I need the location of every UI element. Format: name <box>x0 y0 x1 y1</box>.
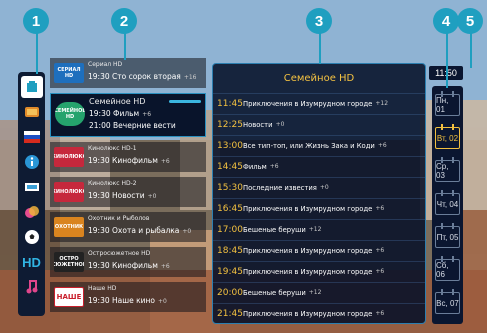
program-row[interactable]: 12:25 Новости +0 <box>213 114 425 134</box>
day-item-selected[interactable]: Вт, 02 <box>435 124 460 149</box>
program-row[interactable]: 13:00 Все тип-топ, или Жизнь Зака и Коди +… <box>213 135 425 155</box>
channel-now: 19:30 Наше кино +0 <box>88 296 167 305</box>
day-item[interactable]: Пн, 01 <box>435 91 460 116</box>
channel-now: 19:30 Новости +0 <box>88 191 157 200</box>
football-icon[interactable] <box>21 226 43 248</box>
day-item[interactable]: Вс, 07 <box>435 289 460 314</box>
marker-line <box>124 32 126 60</box>
hd-label: HD <box>22 254 41 270</box>
hd-category[interactable]: HD <box>21 251 43 273</box>
program-row[interactable]: 15:30 Последние известия +0 <box>213 177 425 197</box>
category-sidebar: HD <box>18 72 45 316</box>
program-row[interactable]: 16:45 Приключения в Изумрудном городе +6 <box>213 198 425 218</box>
channel-logo: СЕМЕЙНОЕ HD <box>55 102 85 126</box>
info-icon[interactable] <box>21 151 43 173</box>
program-row[interactable]: 14:45 Фильм +6 <box>213 156 425 176</box>
channel-now: 19:30 Кинофильм +6 <box>88 261 170 270</box>
channel-logo: НАШЕ <box>54 287 84 307</box>
channel-name: Кинолюкс HD-1 <box>88 145 137 152</box>
day-selector: Пн, 01 Вт, 02 Ср, 03 Чт, 04 Пт, 05 Сб, 0… <box>432 86 463 324</box>
marker-1: 1 <box>23 8 49 34</box>
channel-now: 19:30 Охота и рыбалка +0 <box>88 226 192 235</box>
channel-row[interactable]: НАШЕ Наше HD 19:30 Наше кино +0 <box>50 282 206 312</box>
channel-now: 19:30 Кинофильм +6 <box>88 156 170 165</box>
channel-row[interactable]: КИНОЛЮКС Кинолюкс HD-2 19:30 Новости+0 <box>50 177 206 207</box>
program-row[interactable]: 21:45 Приключения в Изумрудном городе +6 <box>213 303 425 323</box>
channel-row[interactable]: ОХОТНИК Охотник и Рыболов 19:30 Охота и … <box>50 212 206 242</box>
channel-now: 19:30 Фильм +6 <box>89 109 152 118</box>
channel-name: Сериал HD <box>88 61 123 68</box>
program-row[interactable]: 18:45 Приключения в Изумрудном городе +6 <box>213 240 425 260</box>
channel-name: Остросюжетное HD <box>88 250 151 257</box>
program-row[interactable]: 20:00 Бешеные беруши +12 <box>213 282 425 302</box>
russia-flag-icon[interactable] <box>21 126 43 148</box>
schedule-title: Семейное HD <box>283 73 355 84</box>
marker-line <box>36 32 38 74</box>
channel-name: Наше HD <box>88 285 117 292</box>
channel-list: СЕРИАЛ HD Сериал HD 19:30 Сто сорок втор… <box>50 58 206 322</box>
channel-row[interactable]: СЕРИАЛ HD Сериал HD 19:30 Сто сорок втор… <box>50 58 206 88</box>
channel-logo: ОХОТНИК <box>54 217 84 237</box>
channel-row[interactable]: ОСТРО СЮЖЕТНОЕ Остросюжетное HD 19:30 Ки… <box>50 247 206 277</box>
program-row[interactable]: 19:45 Приключения в Изумрудном городе +6 <box>213 261 425 281</box>
channel-next: 21:00 Вечерние вести <box>89 121 176 130</box>
channel-logo: СЕРИАЛ HD <box>54 63 84 83</box>
channel-name: Охотник и Рыболов <box>88 215 150 222</box>
channel-logo: КИНОЛЮКС <box>54 182 84 202</box>
channel-name: Семейное HD <box>89 97 146 106</box>
channel-name: Кинолюкс HD-2 <box>88 180 137 187</box>
marker-line <box>470 32 472 68</box>
channel-now: 19:30 Сто сорок вторая +16 <box>88 72 197 81</box>
music-note-icon[interactable] <box>21 201 43 223</box>
channel-row[interactable]: КИНОЛЮКС Кинолюкс HD-1 19:30 Кинофильм+6 <box>50 142 206 172</box>
day-item[interactable]: Ср, 03 <box>435 157 460 182</box>
marker-4: 4 <box>433 8 459 34</box>
movies-icon[interactable] <box>21 101 43 123</box>
marker-line <box>446 32 448 88</box>
marker-line <box>319 32 321 64</box>
home-icon[interactable] <box>20 76 43 98</box>
marker-2: 2 <box>111 8 137 34</box>
music-icon[interactable] <box>21 276 43 298</box>
kids-icon[interactable] <box>21 176 43 198</box>
marker-5: 5 <box>457 8 483 34</box>
channel-logo: ОСТРО СЮЖЕТНОЕ <box>54 252 84 272</box>
program-row[interactable]: 11:45 Приключения в Изумрудном городе +12 <box>213 93 425 113</box>
day-item[interactable]: Пт, 05 <box>435 223 460 248</box>
schedule-panel: Семейное HD 11:45 Приключения в Изумрудно… <box>212 63 426 324</box>
program-row[interactable]: 17:00 Бешеные беруши +12 <box>213 219 425 239</box>
progress-bar <box>169 100 201 103</box>
channel-row-selected[interactable]: СЕМЕЙНОЕ HD Семейное HD 19:30 Фильм +6 21… <box>50 93 206 137</box>
marker-3: 3 <box>306 8 332 34</box>
day-item[interactable]: Чт, 04 <box>435 190 460 215</box>
channel-logo: КИНОЛЮКС <box>54 147 84 167</box>
day-item[interactable]: Сб, 06 <box>435 256 460 281</box>
